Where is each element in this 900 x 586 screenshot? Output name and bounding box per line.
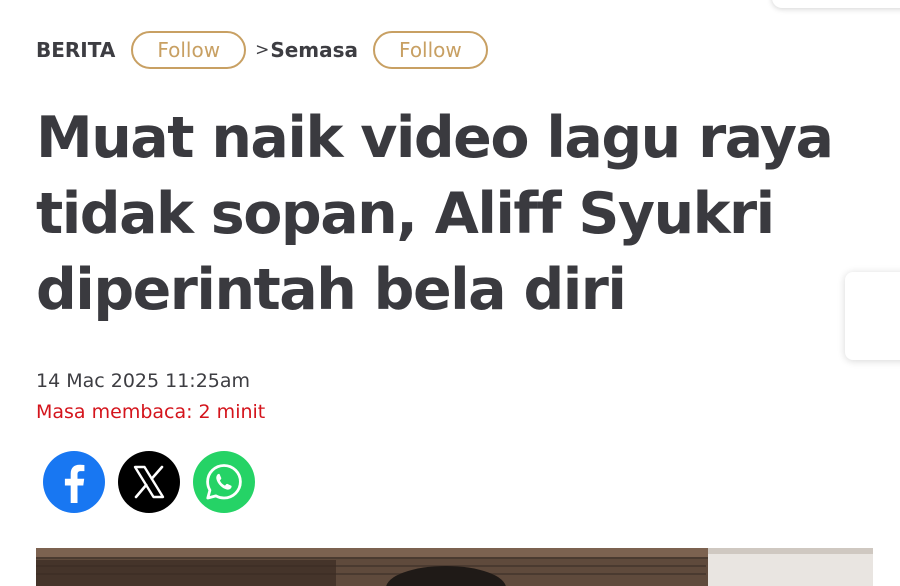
reading-time: Masa membaca: 2 minit [36, 401, 266, 423]
hero-photo [36, 548, 873, 586]
floating-card-top [772, 0, 900, 8]
facebook-share-button[interactable] [43, 451, 105, 513]
whatsapp-icon [206, 464, 242, 500]
category-link-semasa[interactable]: Semasa [270, 38, 358, 62]
facebook-icon [64, 464, 85, 503]
x-icon [133, 465, 165, 499]
follow-berita-button[interactable]: Follow [131, 31, 247, 69]
headline-line: tidak sopan, Aliff Syukri [36, 181, 775, 247]
follow-semasa-button[interactable]: Follow [373, 31, 488, 69]
share-bar [43, 451, 255, 513]
whatsapp-share-button[interactable] [193, 451, 255, 513]
x-share-button[interactable] [118, 451, 180, 513]
breadcrumb-separator: > [255, 40, 270, 60]
article-page: BERITA Follow > Semasa Follow Muat naik … [0, 0, 900, 586]
category-link-berita[interactable]: BERITA [36, 38, 115, 62]
article-hero-image [36, 548, 873, 586]
publish-date: 14 Mac 2025 11:25am [36, 370, 251, 392]
headline-line: Muat naik video lagu raya [36, 105, 834, 171]
headline-line: diperintah bela diri [36, 257, 627, 323]
breadcrumb: BERITA Follow > Semasa Follow [36, 30, 488, 70]
article-headline: Muat naik video lagu raya tidak sopan, A… [36, 100, 876, 328]
